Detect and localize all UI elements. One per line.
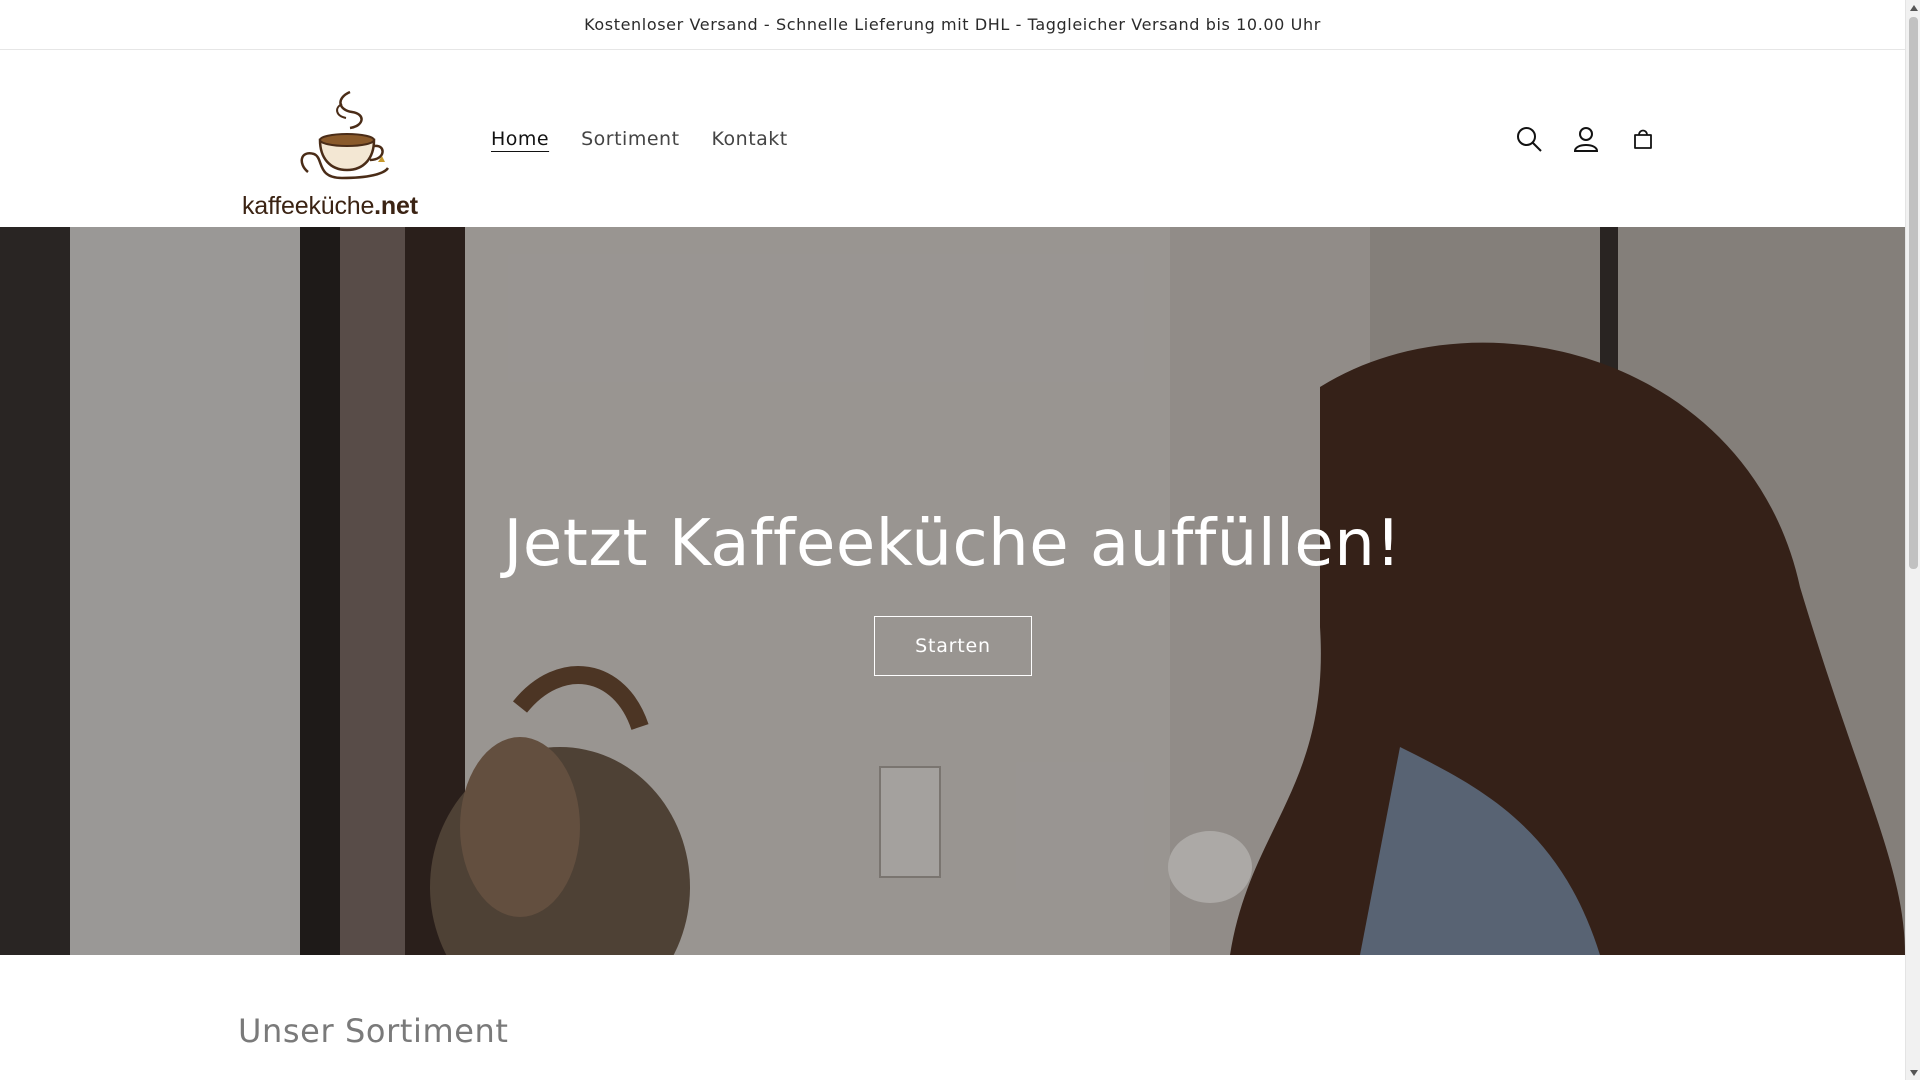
nav-kontakt[interactable]: Kontakt bbox=[696, 128, 804, 150]
section-title: Unser Sortiment bbox=[238, 1012, 509, 1050]
site-header: kaffeeküche.net Home Sortiment Kontakt bbox=[0, 50, 1905, 227]
main-nav: Home Sortiment Kontakt bbox=[475, 50, 804, 227]
hero-title: Jetzt Kaffeeküche auffüllen! bbox=[503, 507, 1402, 581]
nav-home[interactable]: Home bbox=[475, 128, 565, 150]
announcement-text: Kostenloser Versand - Schnelle Lieferung… bbox=[584, 15, 1321, 34]
nav-sortiment[interactable]: Sortiment bbox=[565, 128, 695, 150]
header-icons bbox=[1500, 50, 1671, 227]
account-icon bbox=[1573, 126, 1598, 152]
scroll-up-arrow-icon[interactable] bbox=[1906, 0, 1920, 15]
search-button[interactable] bbox=[1500, 110, 1557, 167]
scroll-down-arrow-icon[interactable] bbox=[1906, 1065, 1920, 1080]
logo-text: kaffeeküche.net bbox=[242, 192, 418, 220]
hero-overlay bbox=[0, 227, 1905, 955]
cart-button[interactable] bbox=[1614, 110, 1671, 167]
coffee-cup-icon bbox=[300, 90, 390, 180]
start-button[interactable]: Starten bbox=[874, 616, 1032, 676]
cart-icon bbox=[1633, 129, 1652, 149]
scroll-thumb[interactable] bbox=[1909, 17, 1918, 569]
logo-link[interactable]: kaffeeküche.net bbox=[238, 80, 438, 220]
announcement-bar: Kostenloser Versand - Schnelle Lieferung… bbox=[0, 0, 1905, 50]
hero-banner: Jetzt Kaffeeküche auffüllen! Starten bbox=[0, 227, 1905, 955]
search-icon bbox=[1516, 126, 1542, 152]
scrollbar[interactable] bbox=[1905, 0, 1920, 1080]
account-button[interactable] bbox=[1557, 110, 1614, 167]
